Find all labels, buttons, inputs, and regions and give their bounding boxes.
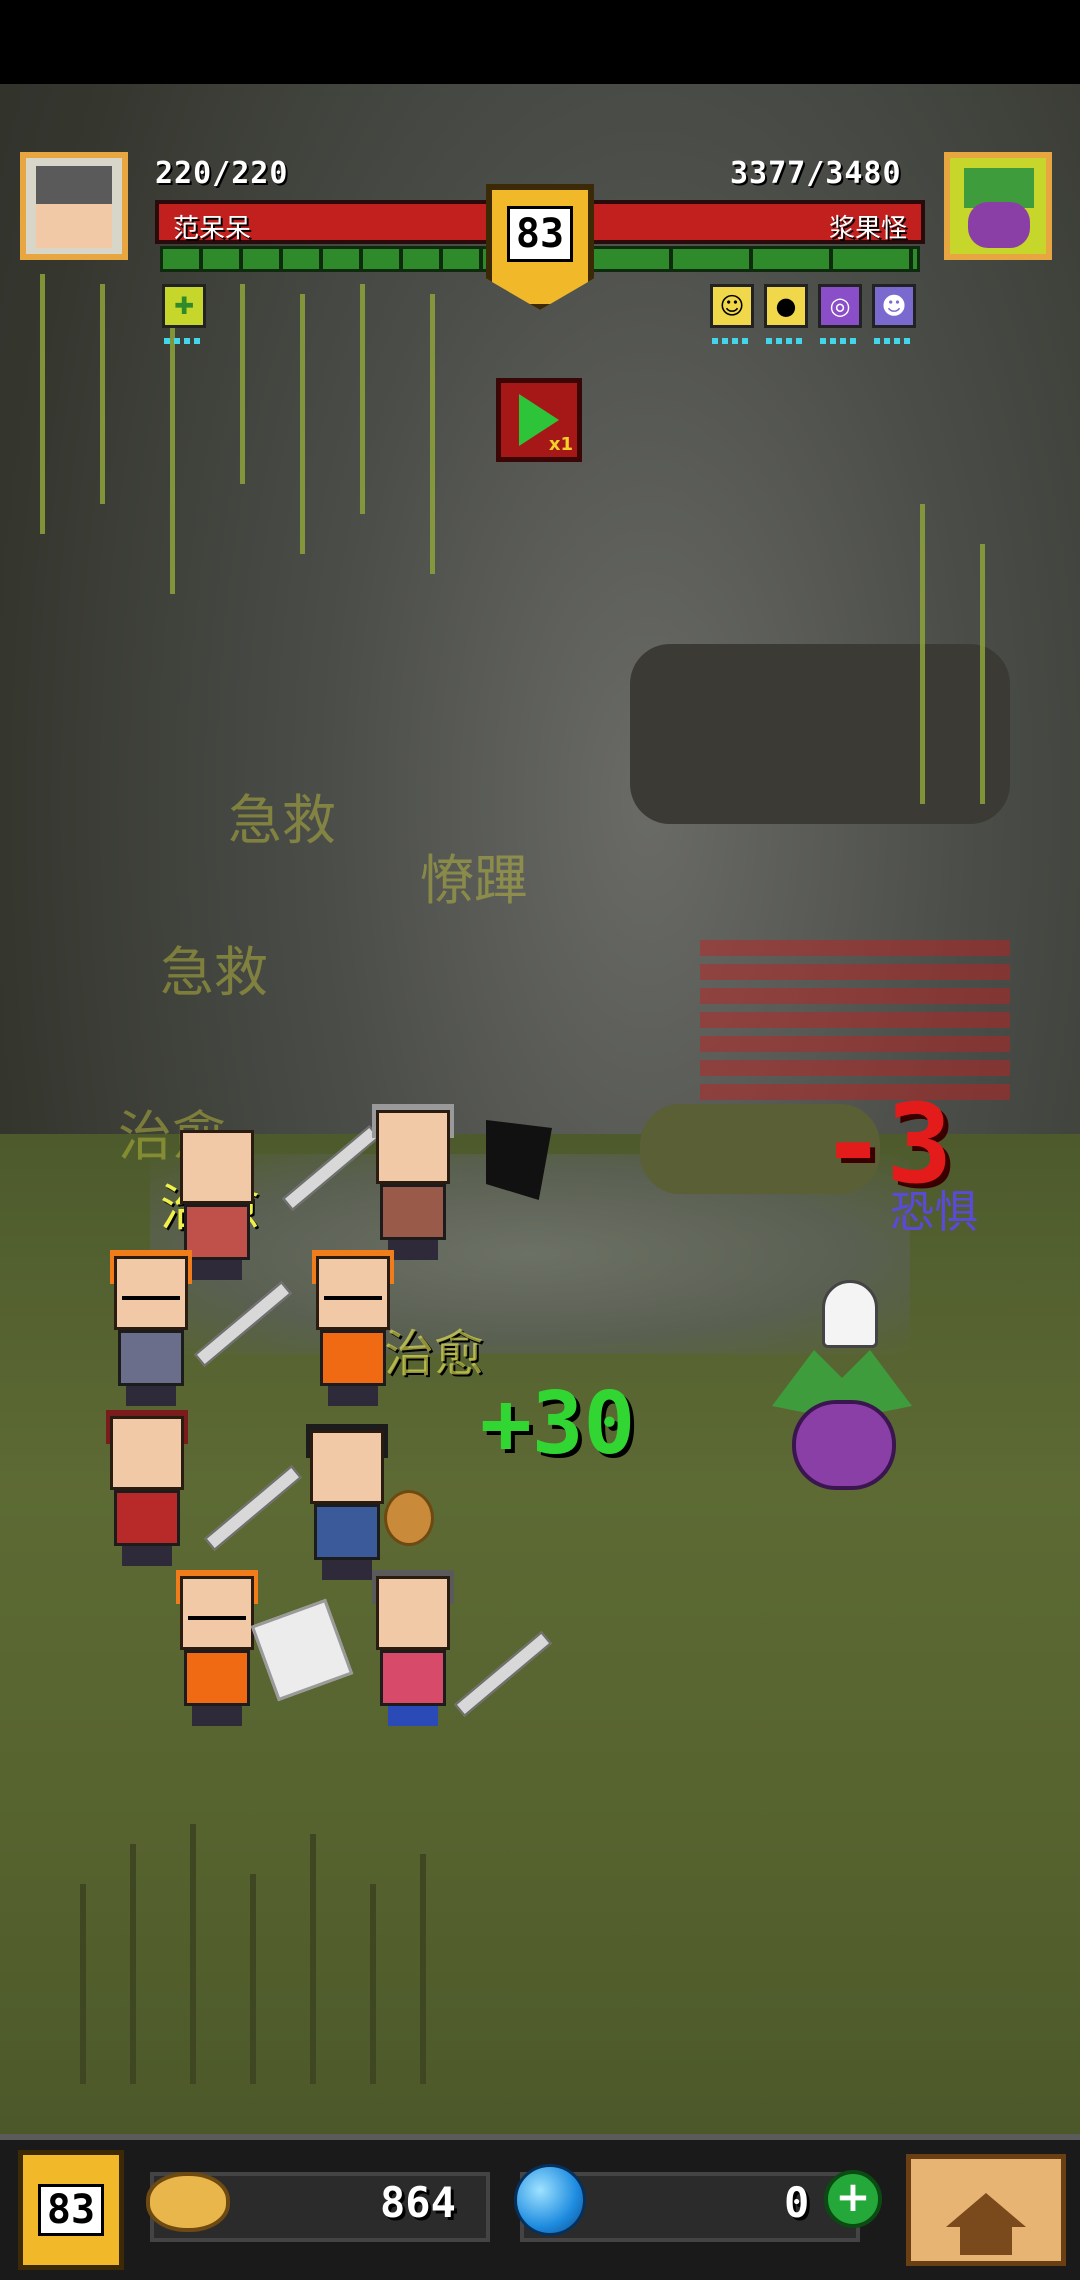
add-gems-button[interactable]: +	[824, 2170, 882, 2228]
vine	[360, 284, 365, 514]
speed-multiplier: x1	[548, 434, 573, 455]
enemy-avatar[interactable]	[944, 152, 1052, 260]
berry-body	[792, 1400, 896, 1490]
player-hp-text: 220/220	[155, 156, 289, 191]
hero-red-hair[interactable]	[100, 1410, 190, 1566]
vine	[980, 544, 985, 804]
player-hp-bar: 范呆呆	[155, 200, 495, 244]
fading-skill-text: 憭蹕	[420, 849, 528, 912]
damage-trail-effect	[700, 940, 1010, 1100]
heal-buff-icon[interactable]: ✚	[162, 284, 206, 328]
reed	[130, 1844, 136, 2084]
debuff-duration-meter	[712, 338, 752, 344]
clown-debuff-icon[interactable]: ☺	[710, 284, 754, 328]
stage-level-value: 83	[506, 206, 574, 262]
debuff-duration-meter	[820, 338, 860, 344]
berry-monster-enemy[interactable]	[762, 1280, 922, 1510]
enemy-hp-bar: 浆果怪	[585, 200, 925, 244]
ghost-debuff-icon[interactable]: ☻	[872, 284, 916, 328]
enemy-name: 浆果怪	[828, 214, 907, 244]
buff-duration-meter	[164, 338, 204, 344]
hero-grey-hair[interactable]	[366, 1570, 456, 1726]
player-avatar[interactable]	[20, 152, 128, 260]
reed	[80, 1884, 86, 2084]
enemy-status-label: 恐惧	[890, 1187, 978, 1238]
bomb-debuff-icon[interactable]: ●	[764, 284, 808, 328]
reed	[310, 1834, 316, 2084]
gem-amount: 0	[784, 2178, 810, 2227]
heal-amount-number: +30	[480, 1374, 636, 1474]
debuff-duration-meter	[874, 338, 914, 344]
enemy-hp-text: 3377/3480	[730, 156, 902, 191]
home-button[interactable]	[906, 2154, 1066, 2266]
cliff-rock	[630, 644, 1010, 824]
reed	[420, 1854, 426, 2084]
hero-grey-cap[interactable]	[366, 1104, 456, 1260]
gem-icon	[514, 2164, 586, 2236]
player-name: 范呆呆	[173, 214, 252, 244]
home-icon	[946, 2193, 1026, 2255]
hero-black-hair[interactable]	[300, 1424, 390, 1580]
coin-amount: 864	[380, 2178, 456, 2227]
bottom-resource-bar: 83 864 0 +	[0, 2134, 1080, 2280]
coin-icon	[146, 2172, 230, 2232]
ghost-fear-effect	[822, 1280, 878, 1348]
vine	[40, 274, 45, 534]
vine	[920, 504, 925, 804]
heal-label: 治愈	[384, 1325, 484, 1383]
player-level-badge[interactable]: 83	[18, 2150, 124, 2270]
enemy-energy-bar	[590, 246, 920, 272]
hero-orange-hair-1[interactable]	[104, 1250, 194, 1406]
reed	[250, 1874, 256, 2084]
vine	[300, 294, 305, 554]
status-bar	[0, 0, 1080, 84]
player-energy-bar	[160, 246, 490, 272]
swirl-debuff-icon[interactable]: ◎	[818, 284, 862, 328]
fading-skill-text: 急救	[160, 941, 268, 1004]
vine	[240, 284, 245, 484]
shield-icon	[384, 1490, 434, 1546]
hero-orange-hair-2[interactable]	[306, 1250, 396, 1406]
player-level-value: 83	[37, 2184, 105, 2236]
reed	[370, 1884, 376, 2084]
hero-orange-hair-3[interactable]	[170, 1570, 260, 1726]
debuff-duration-meter	[766, 338, 806, 344]
battle-speed-button[interactable]: x1	[496, 378, 582, 462]
fading-skill-text: 急救	[228, 789, 336, 852]
reed	[190, 1824, 196, 2084]
vine	[430, 294, 435, 574]
vine	[100, 284, 105, 504]
